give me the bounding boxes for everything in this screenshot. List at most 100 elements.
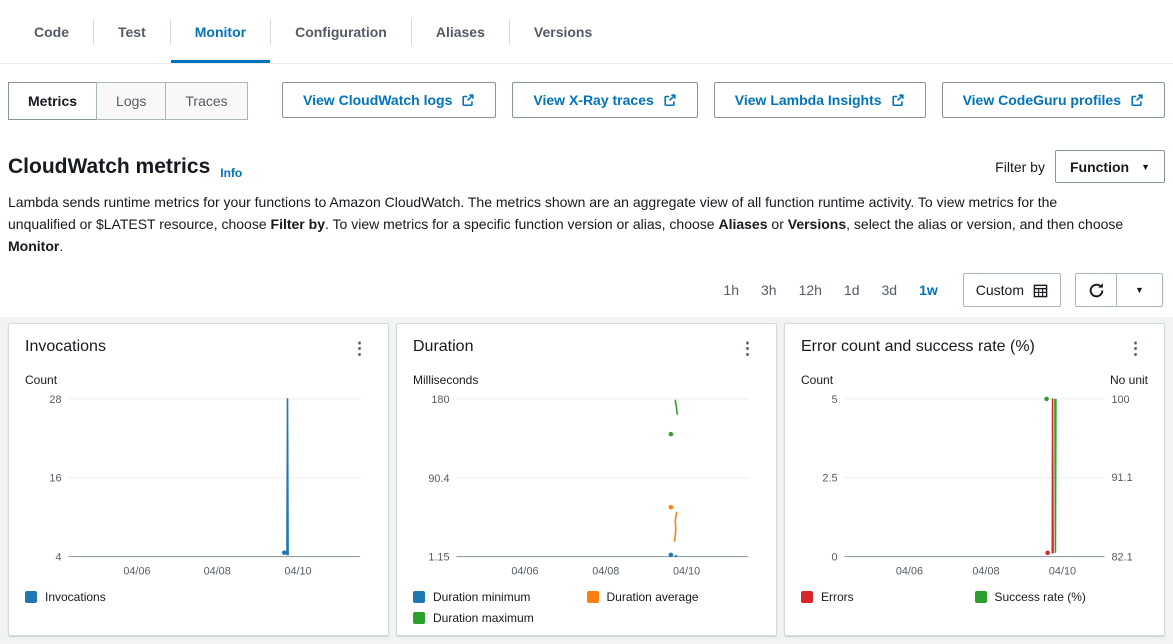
filter-by-label: Filter by [995,159,1045,175]
chart-title: Duration [413,338,473,356]
time-range-bar: 1h 3h 12h 1d 3d 1w Custom ▼ [0,257,1173,317]
svg-text:04/10: 04/10 [1049,565,1076,577]
charts-section: Invocations ⋮ Count 28 16 4 04/06 04/08 04/10… [0,317,1173,644]
svg-text:180: 180 [431,394,449,406]
monitor-sub-tabs: Metrics Logs Traces [8,82,248,120]
left-axis-label: Count [801,373,833,387]
chart-title: Error count and success rate (%) [801,338,1035,356]
subtab-metrics[interactable]: Metrics [8,82,97,120]
metrics-description: Lambda sends runtime metrics for your fu… [0,191,1135,257]
chart-legend: Invocations [25,590,372,604]
duration-plot: 180 90.4 1.15 04/06 04/08 04/10 [413,389,760,582]
time-range-links: 1h 3h 12h 1d 3d 1w [712,273,948,307]
legend-swatch [25,591,37,603]
button-label: View CodeGuru profiles [963,92,1121,108]
tab-configuration[interactable]: Configuration [271,0,411,63]
legend-swatch [975,591,987,603]
range-1w[interactable]: 1w [908,282,949,298]
error-success-plot: 52.5010091.182.104/0604/0804/10 [801,389,1148,582]
tab-code[interactable]: Code [10,0,93,63]
svg-text:28: 28 [49,394,61,406]
refresh-control: ▼ [1075,273,1163,307]
function-filter-dropdown[interactable]: Function ▼ [1055,150,1165,183]
external-link-icon [461,93,475,107]
svg-text:0: 0 [831,552,837,564]
view-codeguru-profiles-button[interactable]: View CodeGuru profiles [942,82,1165,118]
info-link[interactable]: Info [220,166,242,183]
external-link-icon [1130,93,1144,107]
description-text: . To view metrics for a specific functio… [325,216,718,232]
page-title: CloudWatch metrics [8,155,210,179]
range-12h[interactable]: 12h [788,282,833,298]
svg-text:04/08: 04/08 [204,565,231,577]
invocations-chart-card: Invocations ⋮ Count 28 16 4 04/06 04/08 04/10… [8,323,389,636]
legend-label: Invocations [45,590,106,604]
svg-text:1.15: 1.15 [428,552,449,564]
left-axis-label: Count [25,373,57,387]
svg-text:82.1: 82.1 [1112,552,1133,564]
chevron-down-icon: ▼ [1135,285,1144,295]
svg-text:4: 4 [55,552,61,564]
svg-text:04/10: 04/10 [284,565,311,577]
svg-text:04/08: 04/08 [592,565,619,577]
refresh-button[interactable] [1076,274,1116,306]
kebab-menu-icon[interactable]: ⋮ [735,338,760,359]
monitor-controls-row: Metrics Logs Traces View CloudWatch logs… [0,64,1173,120]
legend-swatch [413,612,425,624]
tab-versions[interactable]: Versions [510,0,616,63]
calendar-icon [1033,283,1048,298]
svg-text:04/10: 04/10 [673,565,700,577]
range-3h[interactable]: 3h [750,282,788,298]
description-bold: Versions [788,216,846,232]
range-1h[interactable]: 1h [712,282,750,298]
refresh-icon [1088,282,1105,299]
svg-text:04/08: 04/08 [972,565,999,577]
legend-item[interactable]: Success rate (%) [975,590,1149,604]
tab-monitor[interactable]: Monitor [171,0,270,63]
refresh-options-dropdown[interactable]: ▼ [1116,274,1162,306]
kebab-menu-icon[interactable]: ⋮ [347,338,372,359]
range-1d[interactable]: 1d [833,282,871,298]
description-text: or [768,216,788,232]
subtab-traces[interactable]: Traces [165,82,247,120]
custom-label: Custom [976,282,1024,298]
legend-item[interactable]: Invocations [25,590,199,604]
kebab-menu-icon[interactable]: ⋮ [1123,338,1148,359]
range-3d[interactable]: 3d [871,282,909,298]
description-text: . [59,238,63,254]
button-label: View X-Ray traces [533,92,653,108]
button-label: View CloudWatch logs [303,92,452,108]
description-bold: Monitor [8,238,59,254]
duration-chart-card: Duration ⋮ Milliseconds 180 90.4 1.15 04/06… [396,323,777,636]
legend-label: Errors [821,590,854,604]
view-lambda-insights-button[interactable]: View Lambda Insights [714,82,926,118]
svg-text:04/06: 04/06 [123,565,150,577]
chart-legend: Errors Success rate (%) [801,590,1148,604]
legend-swatch [413,591,425,603]
svg-text:5: 5 [831,394,837,406]
left-axis-label: Milliseconds [413,373,478,387]
svg-text:16: 16 [49,473,61,485]
legend-label: Duration minimum [433,590,530,604]
svg-text:91.1: 91.1 [1112,472,1133,484]
legend-item[interactable]: Duration maximum [413,611,587,625]
tab-aliases[interactable]: Aliases [412,0,509,63]
svg-text:04/06: 04/06 [511,565,538,577]
legend-label: Success rate (%) [995,590,1086,604]
custom-range-button[interactable]: Custom [963,273,1061,307]
description-text: , select the alias or version, and then … [846,216,1123,232]
subtab-logs[interactable]: Logs [96,82,166,120]
legend-swatch [801,591,813,603]
external-link-icon [891,93,905,107]
description-bold: Filter by [271,216,325,232]
view-cloudwatch-logs-button[interactable]: View CloudWatch logs [282,82,496,118]
button-label: View Lambda Insights [735,92,882,108]
svg-text:90.4: 90.4 [428,473,449,485]
legend-item[interactable]: Duration average [587,590,761,604]
svg-text:100: 100 [1112,394,1130,406]
view-xray-traces-button[interactable]: View X-Ray traces [512,82,697,118]
right-axis-label: No unit [1110,373,1148,387]
tab-test[interactable]: Test [94,0,170,63]
legend-item[interactable]: Duration minimum [413,590,587,604]
legend-item[interactable]: Errors [801,590,975,604]
